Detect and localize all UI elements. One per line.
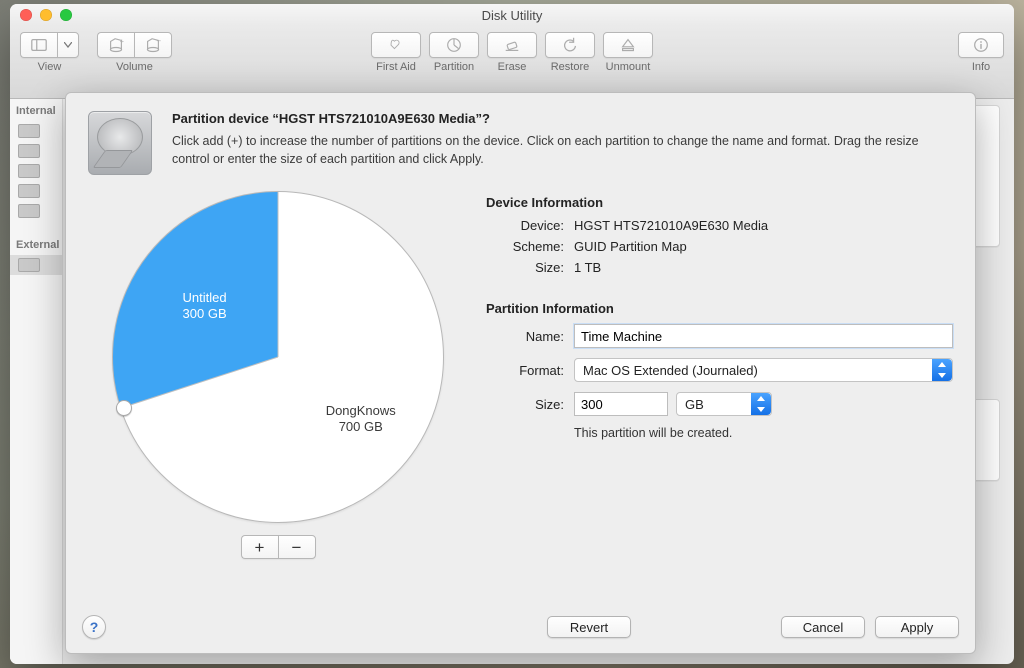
erase-button[interactable]: [487, 32, 537, 58]
disk-icon: [18, 258, 40, 272]
select-stepper-icon: [932, 359, 952, 381]
chevron-down-icon: [64, 42, 72, 48]
sidebar-item-internal-disk[interactable]: [10, 141, 62, 161]
unmount-button[interactable]: [603, 32, 653, 58]
add-partition-button[interactable]: +: [241, 535, 278, 559]
sidebar-item-internal-disk[interactable]: [10, 181, 62, 201]
disk-icon: [18, 184, 40, 198]
toolbar-label-partition: Partition: [434, 62, 474, 73]
format-select-value: Mac OS Extended (Journaled): [583, 363, 758, 378]
device-size-label: Size:: [486, 260, 564, 275]
erase-icon: [503, 36, 521, 54]
remove-partition-button[interactable]: −: [278, 535, 316, 559]
help-button[interactable]: ?: [82, 615, 106, 639]
device-information-header: Device Information: [486, 195, 953, 210]
sidebar-icon: [30, 36, 48, 54]
minus-icon: −: [292, 539, 302, 556]
volume-remove-button[interactable]: −: [134, 32, 172, 58]
sidebar-item-internal-disk[interactable]: [10, 161, 62, 181]
volume-add-button[interactable]: +: [97, 32, 134, 58]
format-label: Format:: [486, 363, 564, 378]
format-select[interactable]: Mac OS Extended (Journaled): [574, 358, 953, 382]
partition-button[interactable]: [429, 32, 479, 58]
toolbar: View + − Volume: [10, 26, 1014, 99]
toolbar-label-info: Info: [972, 62, 990, 73]
toolbar-label-first-aid: First Aid: [376, 62, 416, 73]
sidebar-section-internal: Internal: [10, 99, 62, 121]
pie-slice-label: Untitled 300 GB: [160, 290, 250, 323]
restore-button[interactable]: [545, 32, 595, 58]
partition-information-header: Partition Information: [486, 301, 953, 316]
partition-status-note: This partition will be created.: [574, 426, 953, 440]
plus-icon: +: [255, 539, 265, 556]
device-size-value: 1 TB: [574, 260, 953, 275]
disk-icon: [18, 164, 40, 178]
partition-name-input[interactable]: [574, 324, 953, 348]
scheme-label: Scheme:: [486, 239, 564, 254]
eject-icon: [619, 36, 637, 54]
volume-remove-icon: −: [144, 36, 162, 54]
view-mode-menu-button[interactable]: [57, 32, 79, 58]
partition-size-label: Size:: [486, 397, 564, 412]
partition-icon: [445, 36, 463, 54]
toolbar-label-erase: Erase: [498, 62, 527, 73]
scheme-value: GUID Partition Map: [574, 239, 953, 254]
sheet-subtitle: Click add (+) to increase the number of …: [172, 132, 952, 168]
sidebar-item-internal-disk[interactable]: [10, 121, 62, 141]
sheet-title: Partition device “HGST HTS721010A9E630 M…: [172, 111, 952, 126]
svg-text:−: −: [156, 36, 161, 45]
pie-resize-handle[interactable]: [116, 400, 132, 416]
disk-icon: [18, 204, 40, 218]
info-icon: [972, 36, 990, 54]
name-label: Name:: [486, 329, 564, 344]
hard-disk-icon: [88, 111, 152, 175]
pie-slice-label: DongKnows 700 GB: [316, 403, 406, 436]
sidebar-item-external-disk[interactable]: [10, 255, 62, 275]
restore-icon: [561, 36, 579, 54]
info-button[interactable]: [958, 32, 1004, 58]
view-mode-button[interactable]: [20, 32, 57, 58]
sidebar-section-external: External: [10, 233, 62, 255]
partition-pie-chart[interactable]: Untitled 300 GB DongKnows 700 GB: [112, 191, 444, 523]
first-aid-icon: [387, 36, 405, 54]
partition-sheet: Partition device “HGST HTS721010A9E630 M…: [65, 92, 976, 654]
size-unit-value: GB: [685, 397, 704, 412]
sidebar: Internal External: [10, 99, 63, 664]
sidebar-item-internal-disk[interactable]: [10, 201, 62, 221]
partition-size-input[interactable]: [574, 392, 668, 416]
toolbar-label-restore: Restore: [551, 62, 590, 73]
revert-button[interactable]: Revert: [547, 616, 631, 638]
device-value: HGST HTS721010A9E630 Media: [574, 218, 953, 233]
apply-button[interactable]: Apply: [875, 616, 959, 638]
titlebar: Disk Utility: [10, 4, 1014, 26]
volume-add-icon: +: [107, 36, 125, 54]
toolbar-label-unmount: Unmount: [606, 62, 651, 73]
toolbar-label-view: View: [38, 62, 62, 73]
cancel-button[interactable]: Cancel: [781, 616, 865, 638]
disk-icon: [18, 144, 40, 158]
select-stepper-icon: [751, 393, 771, 415]
svg-text:+: +: [120, 37, 124, 46]
toolbar-label-volume: Volume: [116, 62, 153, 73]
size-unit-select[interactable]: GB: [676, 392, 772, 416]
window-title: Disk Utility: [10, 8, 1014, 23]
help-icon: ?: [90, 619, 99, 635]
first-aid-button[interactable]: [371, 32, 421, 58]
disk-icon: [18, 124, 40, 138]
disk-utility-window: Disk Utility View: [10, 4, 1014, 664]
device-label: Device:: [486, 218, 564, 233]
